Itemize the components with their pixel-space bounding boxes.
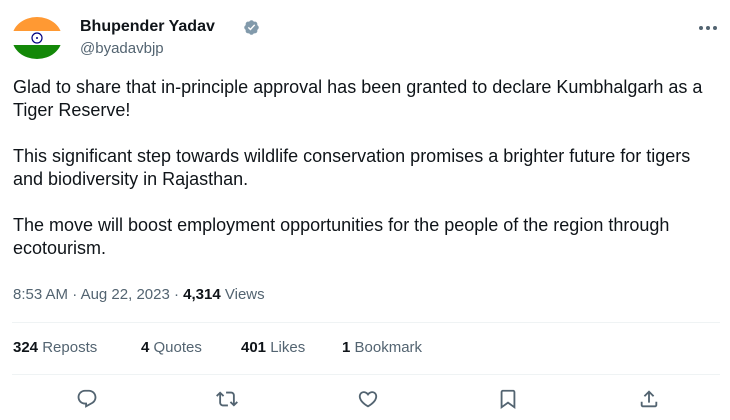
likes-count: 401 (241, 339, 267, 356)
more-options-button[interactable] (696, 16, 720, 40)
tweet-paragraph: This significant step towards wildlife c… (13, 146, 691, 189)
author-name[interactable]: Bhupender Yadav (80, 17, 215, 37)
bookmarks-stat[interactable]: 1 Bookmark (342, 337, 422, 359)
reposts-stat[interactable]: 324 Reposts (13, 337, 97, 359)
quotes-stat[interactable]: 4 Quotes (141, 337, 202, 359)
share-button[interactable] (636, 386, 662, 412)
share-icon (640, 390, 658, 408)
tweet-card: Bhupender Yadav @byadavbjp Glad to share… (0, 0, 730, 420)
tweet-text: Glad to share that in-principle approval… (13, 76, 713, 260)
verified-badge-icon (244, 20, 259, 35)
repost-button[interactable] (214, 386, 240, 412)
reply-button[interactable] (74, 386, 100, 412)
tweet-paragraph: The move will boost employment opportuni… (13, 215, 670, 258)
views-label: Views (224, 286, 265, 303)
bookmark-button[interactable] (495, 386, 521, 412)
bookmark-icon (500, 389, 516, 410)
tweet-meta: 8:53 AM · Aug 22, 2023 · 4,314 Views (13, 284, 265, 306)
likes-stat[interactable]: 401 Likes (241, 337, 305, 359)
bookmarks-count: 1 (342, 339, 351, 356)
repost-icon (216, 391, 238, 407)
reposts-count: 324 (13, 339, 39, 356)
bookmarks-label: Bookmark (354, 339, 423, 356)
likes-label: Likes (270, 339, 306, 356)
meta-separator: · (72, 286, 78, 303)
tweet-paragraph: Glad to share that in-principle approval… (13, 77, 703, 120)
tweet-date[interactable]: Aug 22, 2023 (81, 286, 170, 303)
reply-icon (77, 389, 97, 408)
views-count: 4,314 (183, 286, 221, 303)
like-icon (358, 391, 378, 408)
reposts-label: Reposts (42, 339, 98, 356)
more-dots-icon (699, 26, 717, 30)
meta-separator: · (173, 286, 179, 303)
quotes-label: Quotes (153, 339, 202, 356)
divider (12, 322, 720, 323)
author-handle[interactable]: @byadavbjp (80, 39, 164, 59)
tweet-time[interactable]: 8:53 AM (13, 286, 68, 303)
flag-avatar-icon (12, 17, 62, 59)
avatar[interactable] (12, 17, 62, 59)
divider (12, 374, 720, 375)
like-button[interactable] (355, 386, 381, 412)
quotes-count: 4 (141, 339, 150, 356)
